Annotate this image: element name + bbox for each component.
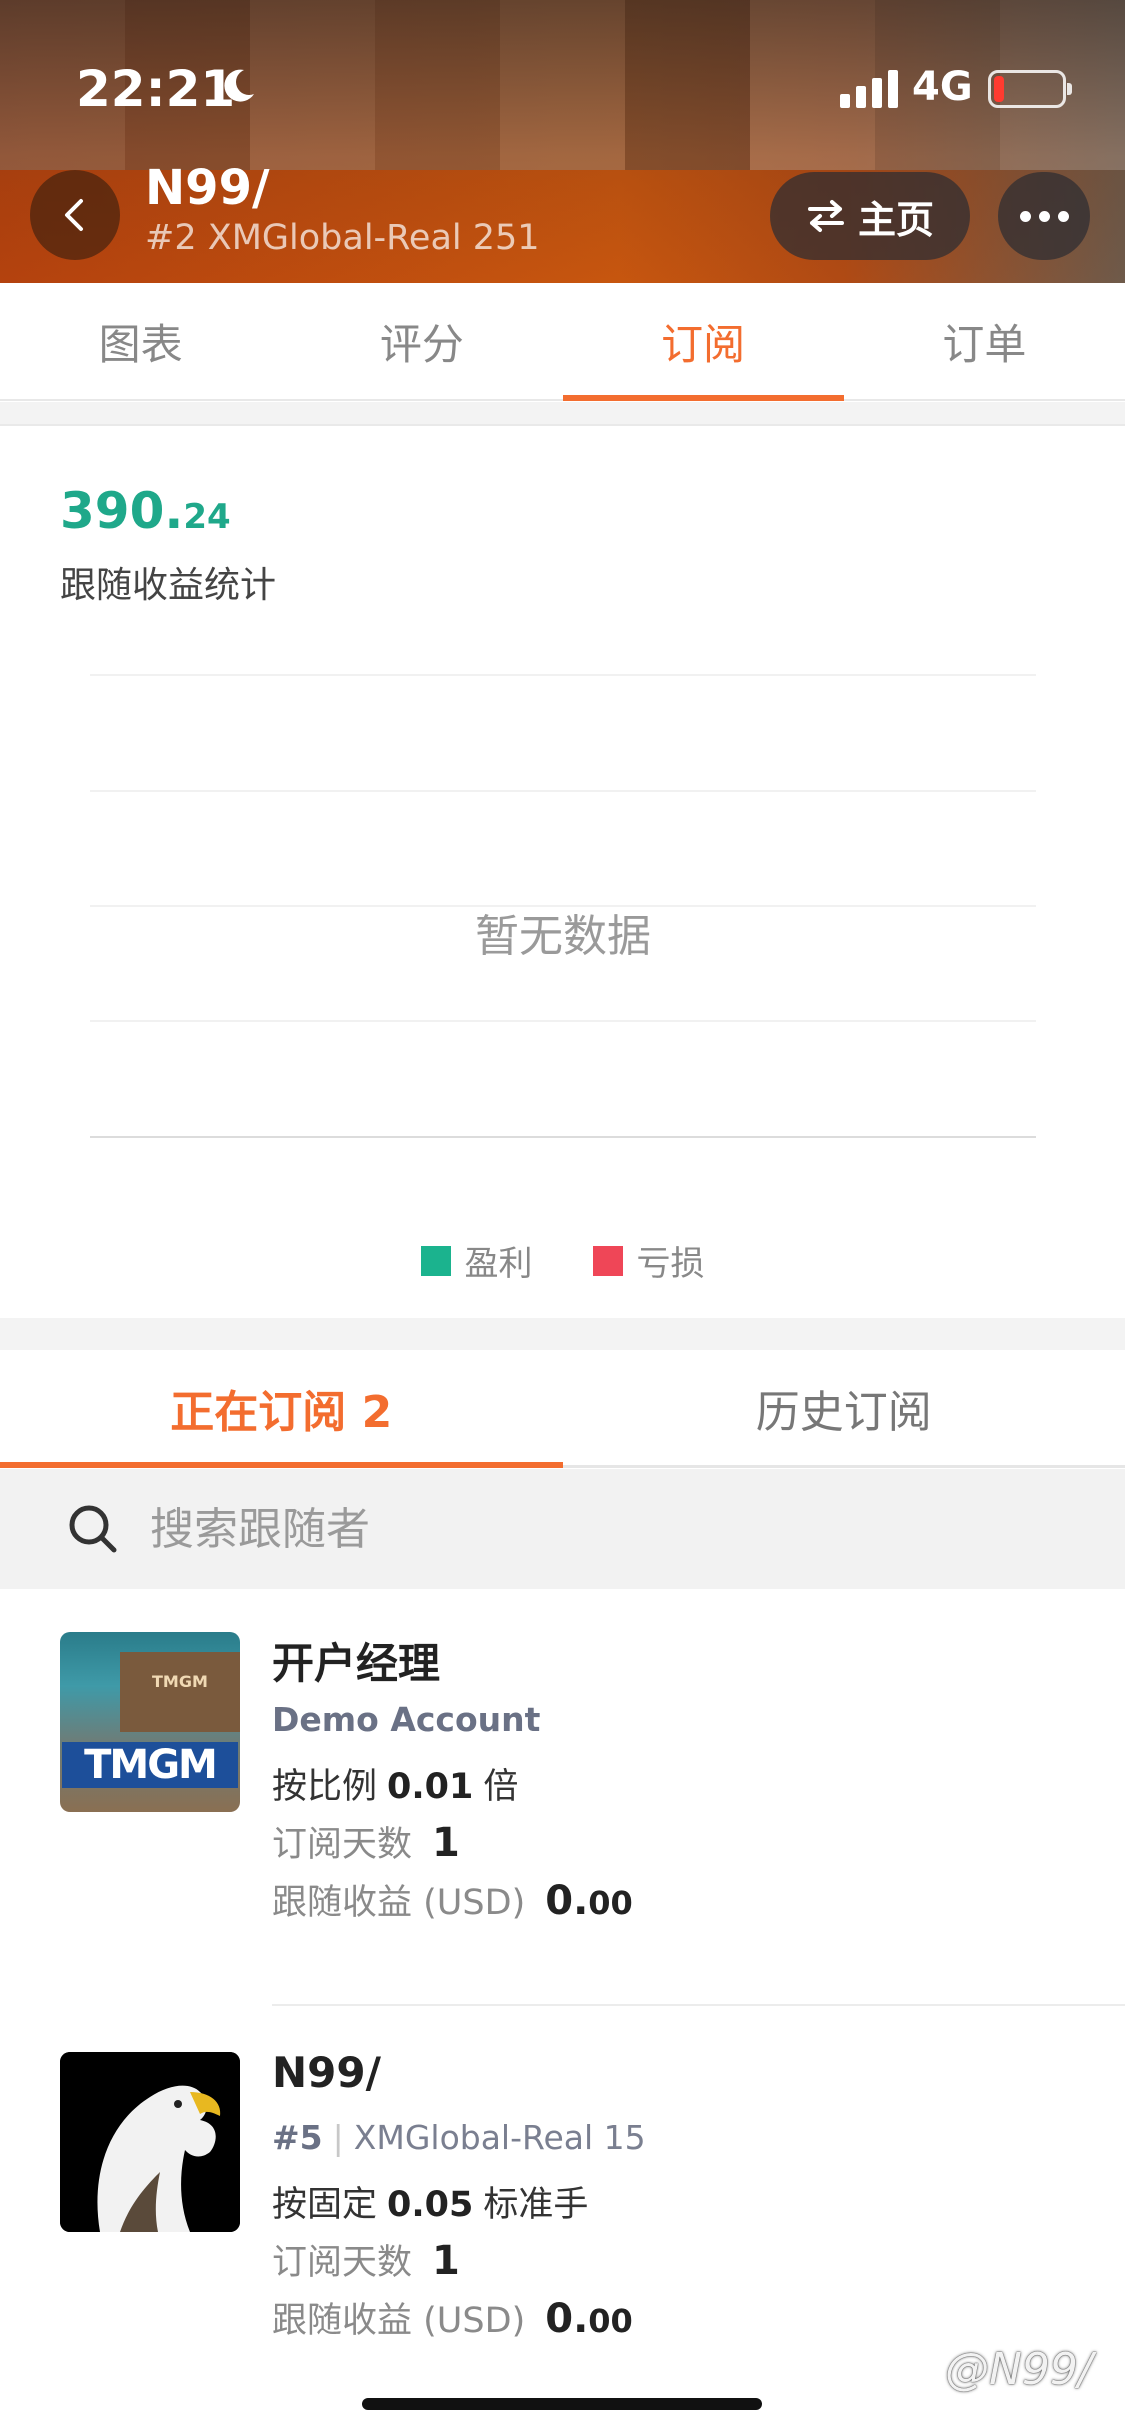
subscriber-name: 开户经理: [272, 1639, 441, 1688]
copy-mode: 按固定 0.05 标准手: [272, 2185, 589, 2225]
tmgm-logo-icon: TMGM: [62, 1742, 238, 1788]
eagle-avatar-icon: [60, 2052, 240, 2232]
avatar: TMGM TMGM: [60, 1632, 240, 1812]
account-type: Demo Account: [272, 1700, 541, 1739]
chart-legend: 盈利 亏损: [0, 1236, 1125, 1285]
tab-subscriptions[interactable]: 订阅: [562, 283, 845, 401]
page-subtitle: #2 XMGlobal-Real 251: [145, 218, 540, 258]
signal-icon: [840, 68, 898, 108]
list-item[interactable]: TMGM TMGM 开户经理 Demo Account 按比例 0.01 倍 订阅天…: [0, 1590, 1125, 2010]
subscription-days: 订阅天数 1: [272, 1820, 460, 1866]
follow-profit-label: 跟随收益统计: [60, 565, 277, 606]
search-input[interactable]: [150, 1503, 950, 1555]
search-icon: [69, 1505, 117, 1553]
legend-swatch-loss: [592, 1245, 623, 1276]
subscriber-name: N99/: [272, 2048, 381, 2097]
back-button[interactable]: [30, 170, 120, 260]
page-title: N99/: [145, 160, 270, 216]
top-tabs: 图表 评分 订阅 订单: [0, 283, 1125, 401]
tab-rating[interactable]: 评分: [281, 283, 562, 399]
battery-icon: [988, 70, 1072, 108]
chart-gridline: [90, 790, 1036, 792]
legend-item-profit[interactable]: 盈利: [420, 1236, 533, 1285]
tab-history-subscriptions[interactable]: 历史订阅: [563, 1350, 1125, 1465]
status-time: 22:21: [76, 60, 236, 118]
tab-chart[interactable]: 图表: [0, 283, 281, 399]
subscription-tabs: 正在订阅 2 历史订阅: [0, 1350, 1125, 1468]
home-button[interactable]: 主页: [770, 172, 970, 260]
chart-gridline: [90, 1020, 1036, 1022]
moon-icon: [224, 69, 254, 102]
follow-profit: 跟随收益 (USD) 0.00: [272, 1878, 633, 1924]
chart-baseline: [90, 1136, 1036, 1138]
search-bar[interactable]: [0, 1469, 1125, 1589]
tab-current-subscriptions[interactable]: 正在订阅 2: [0, 1350, 563, 1468]
chart-no-data: 暂无数据: [475, 911, 651, 962]
header: 22:21 4G N99/ #2 XMGlobal-Real 251 主页: [0, 0, 1125, 283]
more-button[interactable]: [998, 172, 1090, 260]
copy-mode: 按比例 0.01 倍: [272, 1767, 519, 1807]
legend-swatch-profit: [420, 1245, 451, 1276]
profit-chart: 暂无数据: [90, 660, 1036, 1140]
watermark: @N99/: [945, 2344, 1093, 2395]
legend-item-loss[interactable]: 亏损: [592, 1236, 705, 1285]
follow-profit: 跟随收益 (USD) 0.00: [272, 2296, 633, 2342]
follow-profit-value: 390.24: [60, 482, 231, 540]
chart-gridline: [90, 674, 1036, 676]
chevron-left-icon: [65, 199, 83, 231]
home-button-label: 主页: [857, 197, 934, 242]
subscription-days: 订阅天数 1: [272, 2238, 460, 2284]
avatar: [60, 2052, 240, 2232]
subscriber-rank: #5 | XMGlobal-Real 15: [272, 2118, 646, 2157]
tab-orders[interactable]: 订单: [844, 283, 1125, 399]
home-indicator[interactable]: [362, 2398, 762, 2410]
swap-icon: [807, 200, 844, 232]
network-type: 4G: [912, 64, 973, 110]
